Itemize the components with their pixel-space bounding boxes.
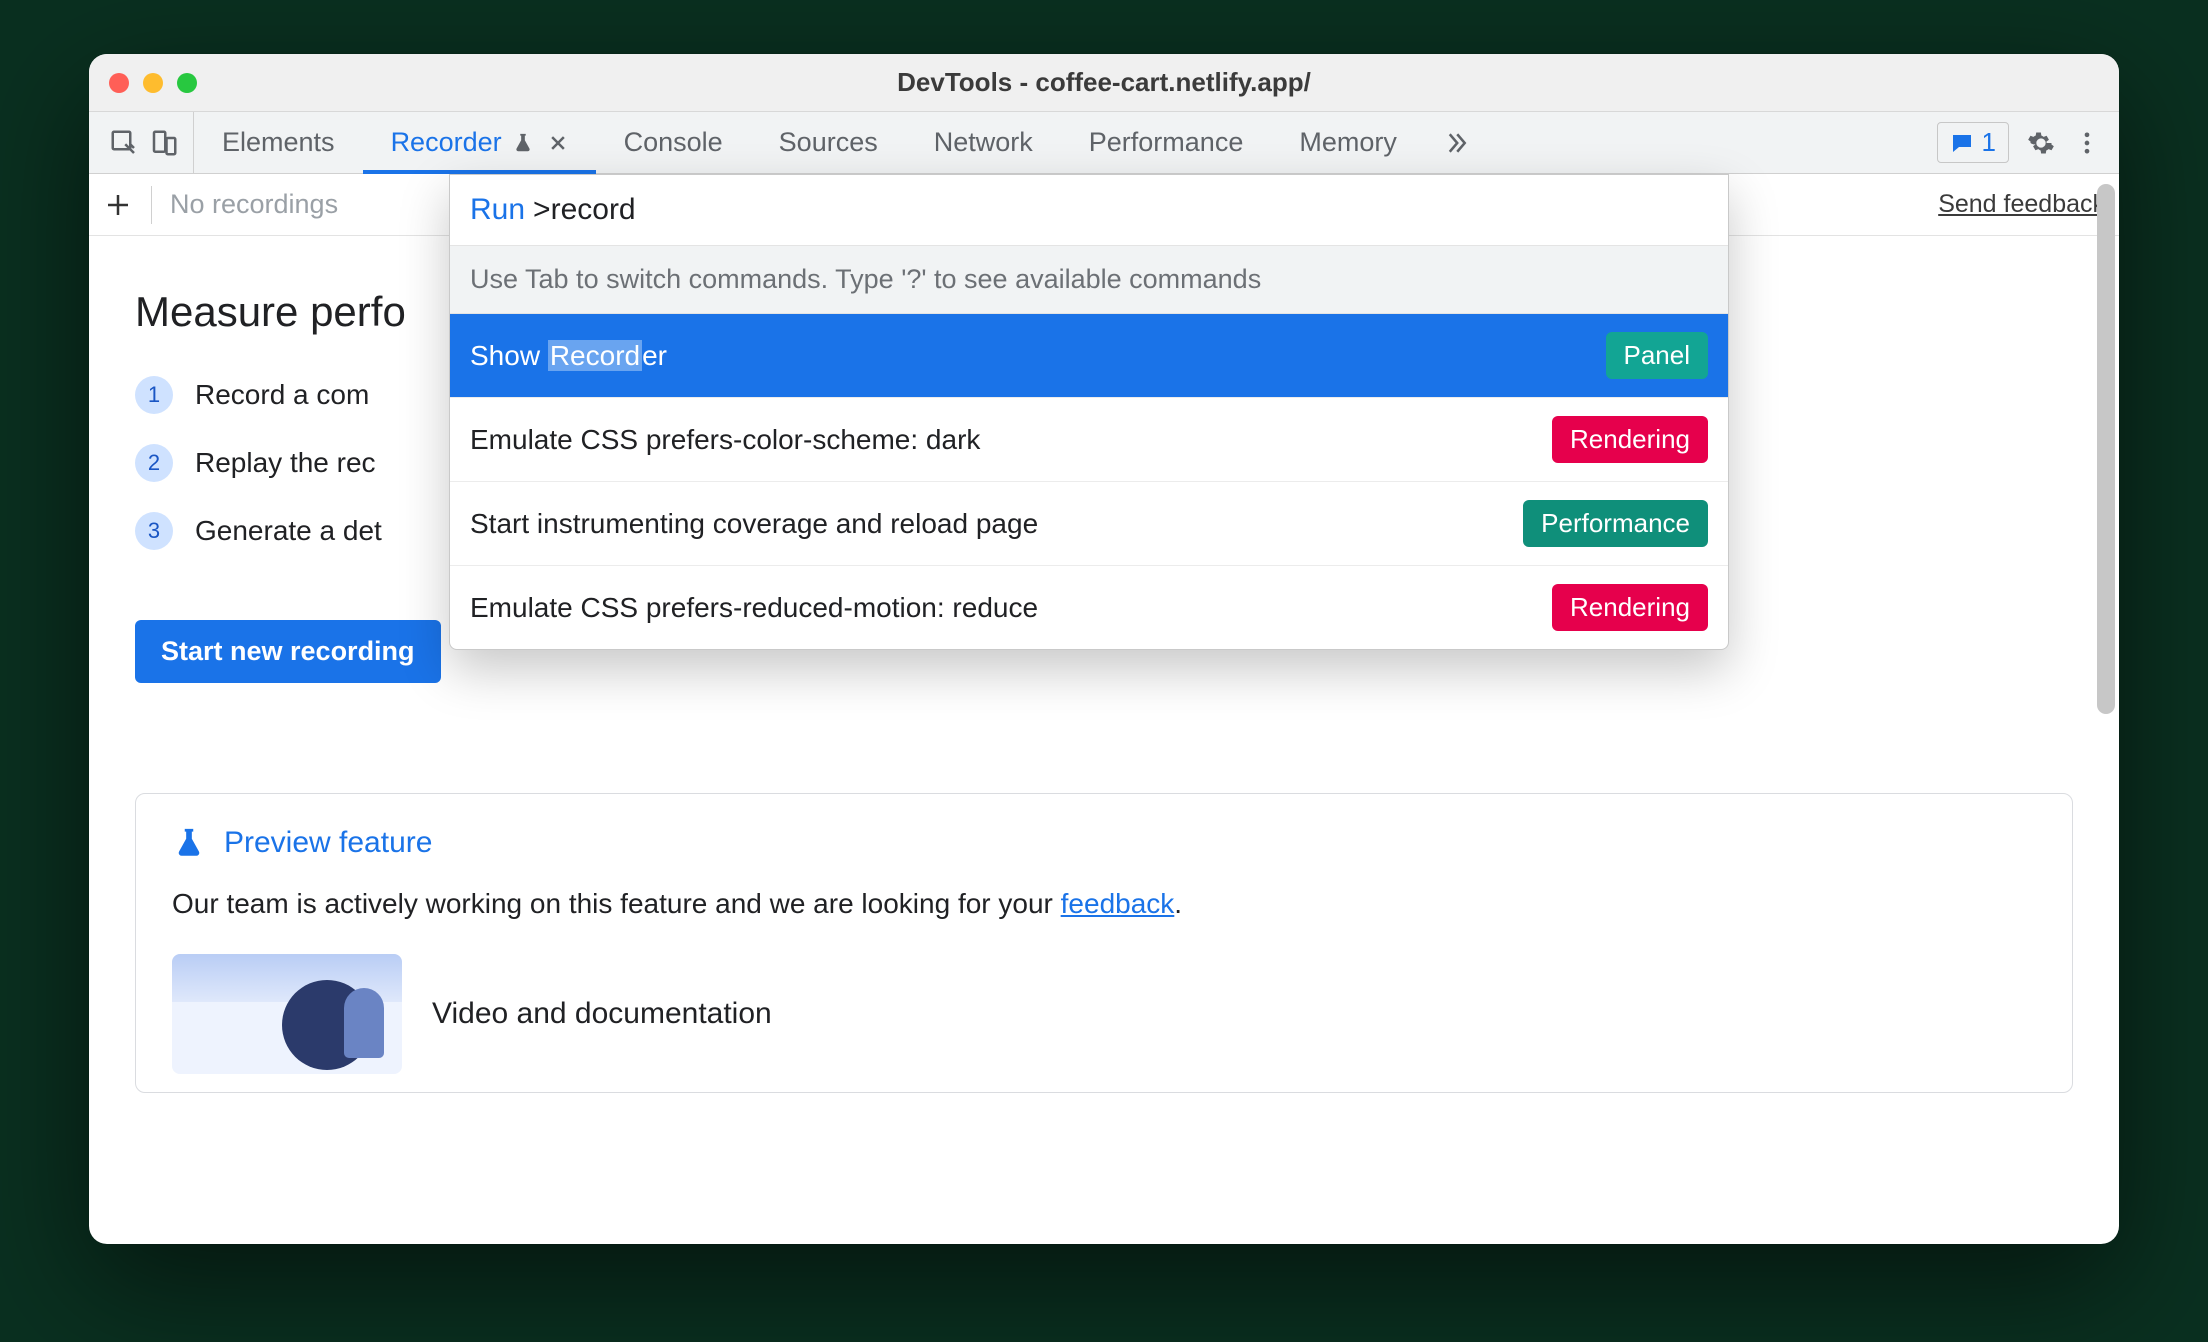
flask-icon: [172, 826, 206, 860]
step-number: 2: [135, 444, 173, 482]
step-label: Record a com: [195, 379, 369, 411]
video-label: Video and documentation: [432, 997, 772, 1031]
palette-item-badge: Rendering: [1552, 584, 1708, 631]
tab-recorder[interactable]: Recorder: [363, 112, 596, 173]
preview-feature-card: Preview feature Our team is actively wor…: [135, 793, 2073, 1093]
start-new-recording-button[interactable]: Start new recording: [135, 620, 441, 683]
preview-title-text: Preview feature: [224, 826, 432, 860]
command-palette-input-row[interactable]: Run >record: [450, 175, 1728, 245]
tab-label: Network: [934, 127, 1033, 158]
experiment-flask-icon: [512, 132, 534, 154]
inspect-element-icon[interactable]: [109, 128, 139, 158]
chevron-double-right-icon: [1441, 128, 1471, 158]
tab-performance[interactable]: Performance: [1061, 112, 1272, 173]
tab-memory[interactable]: Memory: [1271, 112, 1425, 173]
step-label: Replay the rec: [195, 447, 376, 479]
palette-item-badge: Rendering: [1552, 416, 1708, 463]
tab-label: Memory: [1299, 127, 1397, 158]
palette-query: >record: [533, 193, 636, 227]
messages-chip[interactable]: 1: [1937, 122, 2009, 163]
tab-console[interactable]: Console: [596, 112, 751, 173]
traffic-zoom[interactable]: [177, 73, 197, 93]
tab-label: Recorder: [391, 127, 502, 158]
palette-item-label: Show Recorder: [470, 340, 667, 372]
video-thumbnail[interactable]: [172, 954, 402, 1074]
window-title: DevTools - coffee-cart.netlify.app/: [89, 67, 2119, 98]
devtools-tabstrip: Elements Recorder Console Sources Networ…: [89, 112, 2119, 174]
palette-item-badge: Panel: [1606, 332, 1709, 379]
feedback-link[interactable]: feedback: [1061, 888, 1175, 919]
no-recordings-label: No recordings: [170, 189, 338, 220]
preview-description: Our team is actively working on this fea…: [172, 888, 2036, 920]
message-icon: [1950, 131, 1974, 155]
palette-item-emulate-dark[interactable]: Emulate CSS prefers-color-scheme: dark R…: [450, 398, 1728, 482]
traffic-close[interactable]: [109, 73, 129, 93]
recorder-toolbar: No recordings Send feedback Run >record …: [89, 174, 2119, 236]
close-tab-icon[interactable]: [548, 133, 568, 153]
palette-item-label: Emulate CSS prefers-color-scheme: dark: [470, 424, 980, 456]
tab-sources[interactable]: Sources: [751, 112, 906, 173]
palette-item-badge: Performance: [1523, 500, 1708, 547]
command-palette: Run >record Use Tab to switch commands. …: [449, 174, 1729, 650]
palette-item-show-recorder[interactable]: Show Recorder Panel: [450, 314, 1728, 398]
more-tabs-button[interactable]: [1425, 112, 1487, 173]
step-number: 3: [135, 512, 173, 550]
tab-elements[interactable]: Elements: [194, 112, 363, 173]
tab-label: Sources: [779, 127, 878, 158]
settings-gear-icon[interactable]: [2027, 129, 2055, 157]
palette-item-reduced-motion[interactable]: Emulate CSS prefers-reduced-motion: redu…: [450, 566, 1728, 649]
step-number: 1: [135, 376, 173, 414]
tab-network[interactable]: Network: [906, 112, 1061, 173]
step-label: Generate a det: [195, 515, 382, 547]
tab-label: Console: [624, 127, 723, 158]
palette-item-coverage[interactable]: Start instrumenting coverage and reload …: [450, 482, 1728, 566]
traffic-minimize[interactable]: [143, 73, 163, 93]
devtools-window: DevTools - coffee-cart.netlify.app/ Elem…: [89, 54, 2119, 1244]
tab-label: Elements: [222, 127, 335, 158]
messages-count: 1: [1982, 127, 1996, 158]
palette-item-label: Start instrumenting coverage and reload …: [470, 508, 1038, 540]
send-feedback-link[interactable]: Send feedback: [1938, 190, 2105, 219]
kebab-menu-icon[interactable]: [2073, 129, 2101, 157]
divider: [151, 186, 152, 224]
toggle-device-icon[interactable]: [149, 128, 179, 158]
palette-hint: Use Tab to switch commands. Type '?' to …: [450, 245, 1728, 314]
titlebar: DevTools - coffee-cart.netlify.app/: [89, 54, 2119, 112]
new-recording-plus-icon[interactable]: [103, 190, 133, 220]
palette-prompt-label: Run: [470, 193, 525, 227]
vertical-scrollbar[interactable]: [2097, 184, 2115, 714]
palette-item-label: Emulate CSS prefers-reduced-motion: redu…: [470, 592, 1038, 624]
tab-label: Performance: [1089, 127, 1244, 158]
